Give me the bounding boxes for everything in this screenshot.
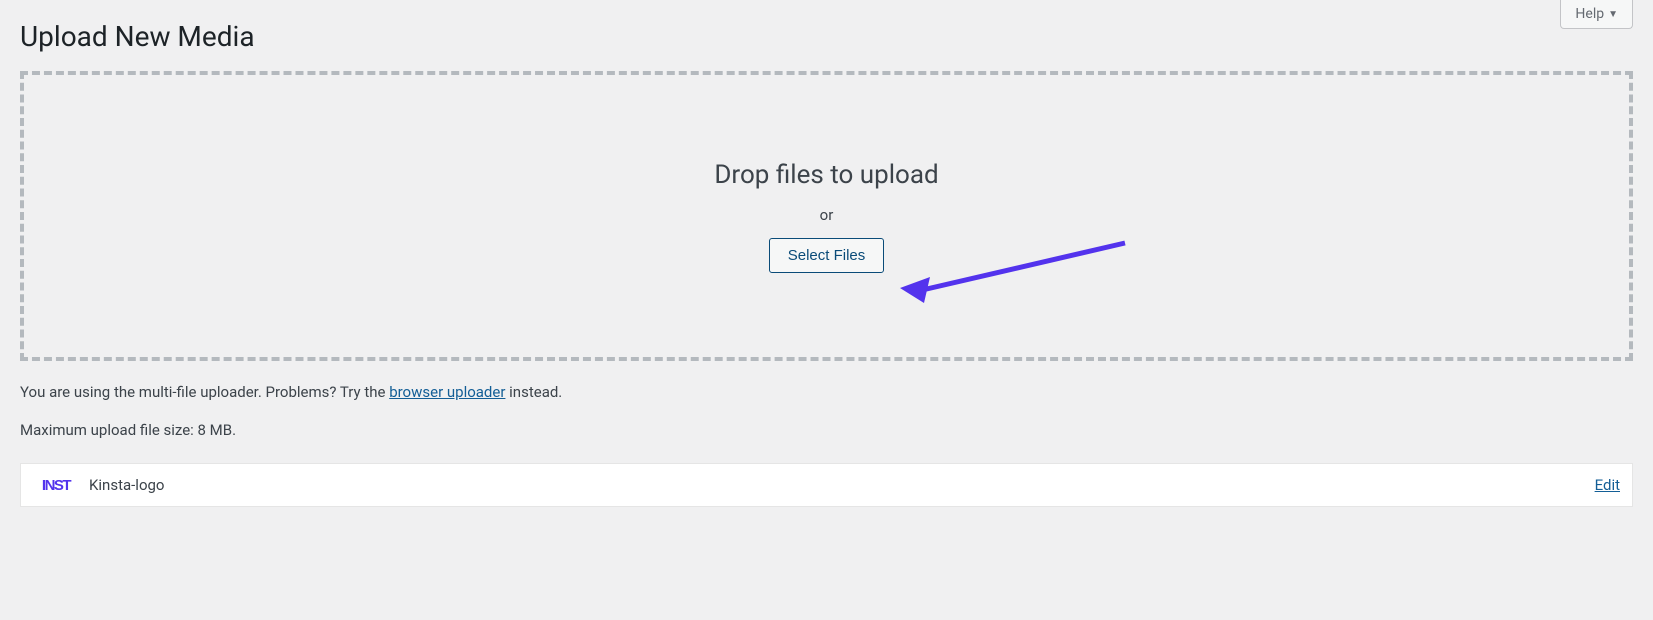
drop-zone-title: Drop files to upload <box>714 160 938 190</box>
select-files-button[interactable]: Select Files <box>769 238 885 273</box>
edit-file-link[interactable]: Edit <box>1595 476 1620 494</box>
uploader-info-text: You are using the multi-file uploader. P… <box>0 361 1653 401</box>
file-thumbnail: INST <box>33 471 79 499</box>
uploaded-file-row: INST Kinsta-logo Edit <box>20 463 1633 507</box>
page-title: Upload New Media <box>0 0 1653 71</box>
upload-drop-zone[interactable]: Drop files to upload or Select Files <box>20 71 1633 361</box>
drop-zone-or: or <box>820 206 834 224</box>
help-tab-button[interactable]: Help ▼ <box>1560 0 1633 29</box>
annotation-arrow-icon <box>900 233 1140 313</box>
max-upload-size-text: Maximum upload file size: 8 MB. <box>0 401 1653 439</box>
info-prefix: You are using the multi-file uploader. P… <box>20 383 389 401</box>
chevron-down-icon: ▼ <box>1608 9 1618 20</box>
help-label: Help <box>1575 6 1604 22</box>
browser-uploader-link[interactable]: browser uploader <box>389 383 505 401</box>
info-suffix: instead. <box>505 383 562 401</box>
file-name-label: Kinsta-logo <box>89 476 1595 494</box>
